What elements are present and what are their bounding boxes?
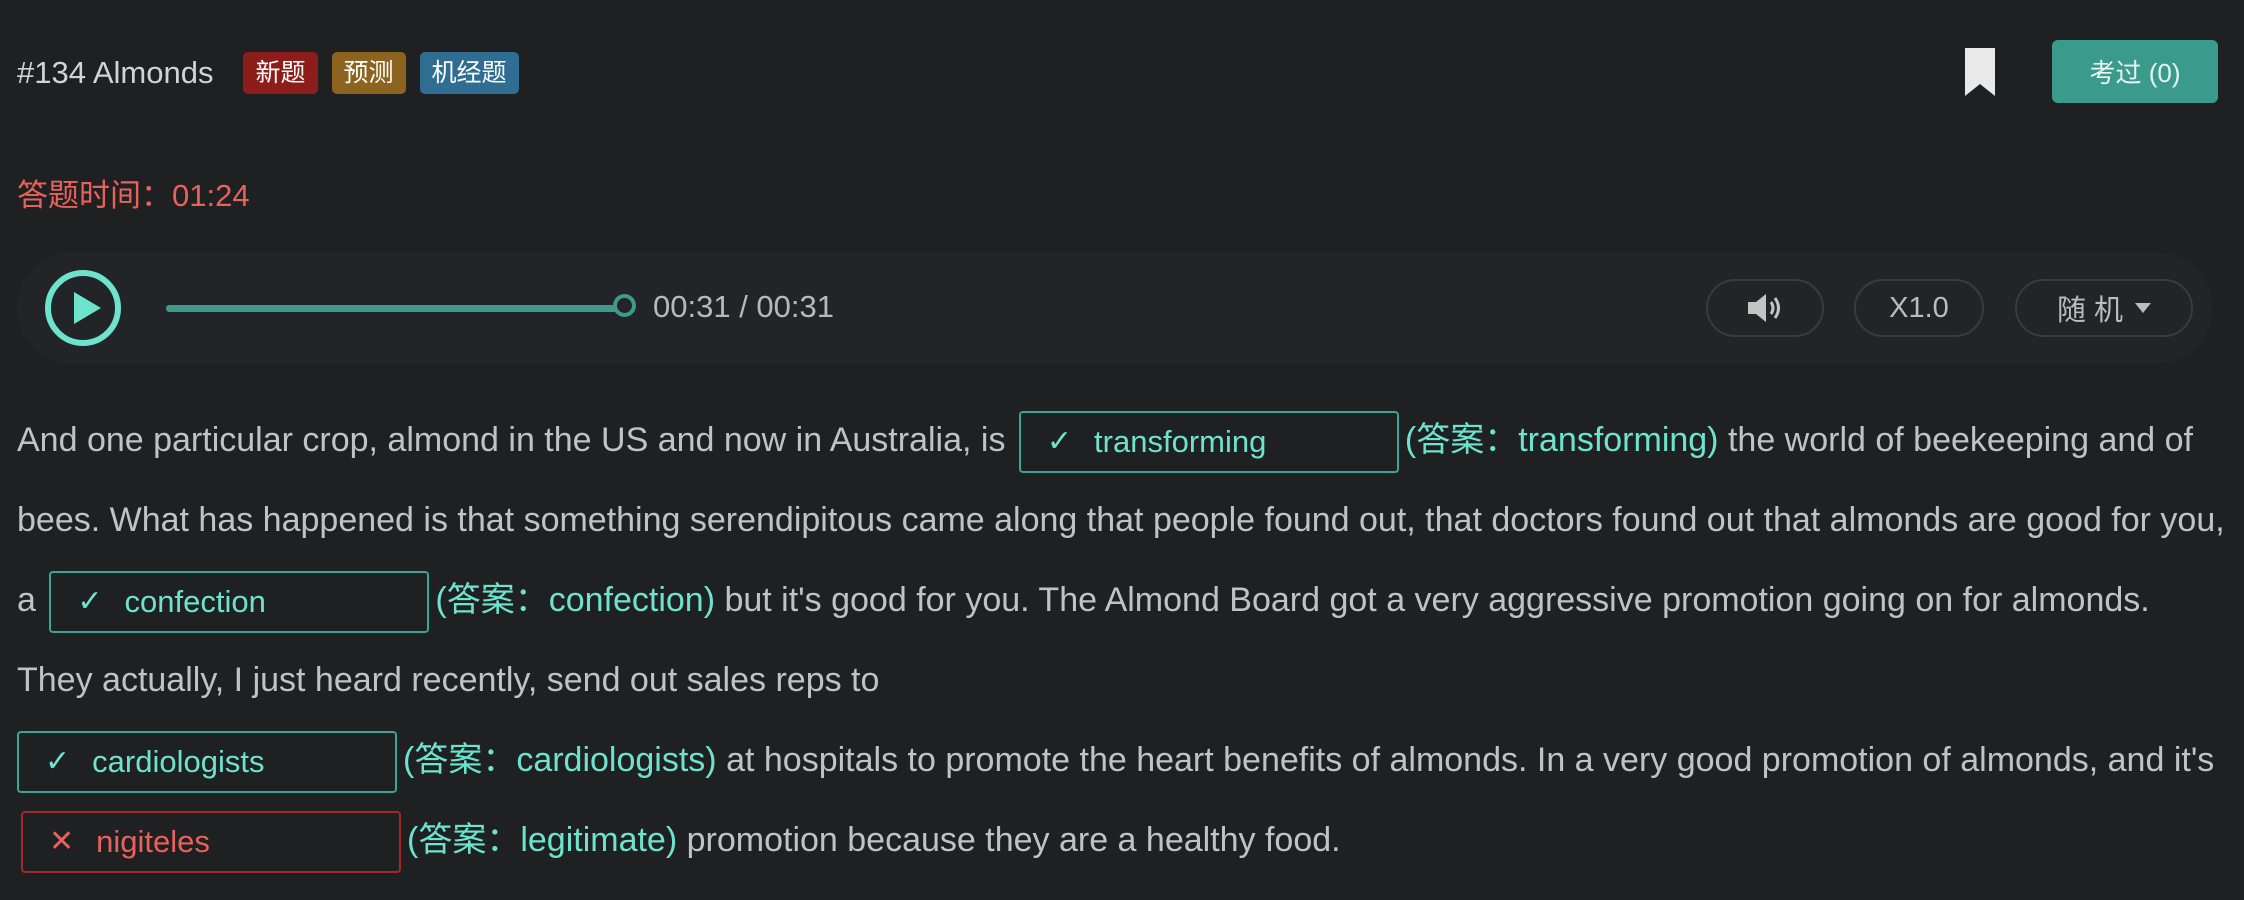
badge-predict: 预测 <box>331 52 406 94</box>
correct-answer-4: (答案：legitimate) <box>407 821 678 859</box>
timer-label: 答题时间： <box>17 178 172 213</box>
passage-text: And one particular crop, almond in the U… <box>17 421 1006 459</box>
time-readout: 00:31 / 00:31 <box>653 289 834 324</box>
caret-down-icon <box>2135 303 2152 313</box>
bookmark-icon[interactable] <box>1963 46 1997 98</box>
progress-track[interactable] <box>166 305 624 312</box>
answer-blank-4[interactable]: ✕ nigiteles <box>21 811 401 874</box>
check-icon: ✓ <box>45 745 71 779</box>
play-icon[interactable] <box>44 269 122 347</box>
page: #134 Almonds 新题 预测 机经题 考过 (0) 答题时间：01:24… <box>0 0 2244 900</box>
badge-exam: 机经题 <box>419 52 519 94</box>
volume-button[interactable] <box>1706 279 1824 337</box>
correct-answer-3: (答案：cardiologists) <box>403 741 717 779</box>
mode-label: 随 机 <box>2056 295 2124 327</box>
badge-new: 新题 <box>243 52 318 94</box>
answer-blank-1[interactable]: ✓ transforming <box>1018 411 1399 474</box>
blank-value: cardiologists <box>92 744 265 780</box>
correct-answer-2: (答案：confection) <box>435 581 716 619</box>
question-title: #134 Almonds <box>17 55 214 90</box>
blank-value: confection <box>124 584 266 620</box>
answer-blank-3[interactable]: ✓ cardiologists <box>17 731 397 794</box>
passage-text: promotion because they are a healthy foo… <box>686 821 1341 859</box>
check-icon: ✓ <box>1046 425 1073 459</box>
passed-count-button[interactable]: 考过 (0) <box>2052 40 2218 103</box>
speed-button[interactable]: X1.0 <box>1854 279 1984 337</box>
passage: And one particular crop, almond in the U… <box>17 400 2227 880</box>
passage-text: at hospitals to promote the heart benefi… <box>726 741 2215 779</box>
blank-value: nigiteles <box>96 824 210 860</box>
mode-dropdown[interactable]: 随 机 <box>2015 279 2193 337</box>
timer-value: 01:24 <box>172 178 250 213</box>
correct-answer-1: (答案：transforming) <box>1404 421 1719 459</box>
progress-fill <box>166 305 624 312</box>
cross-icon: ✕ <box>49 825 75 859</box>
answer-timer: 答题时间：01:24 <box>17 170 250 215</box>
check-icon: ✓ <box>77 585 103 619</box>
audio-player: 00:31 / 00:31 X1.0 随 机 <box>17 252 2212 364</box>
answer-blank-2[interactable]: ✓ confection <box>49 571 430 634</box>
header: #134 Almonds 新题 预测 机经题 <box>17 48 519 98</box>
volume-icon <box>1748 294 1780 322</box>
progress-handle[interactable] <box>613 294 636 317</box>
blank-value: transforming <box>1094 424 1267 460</box>
